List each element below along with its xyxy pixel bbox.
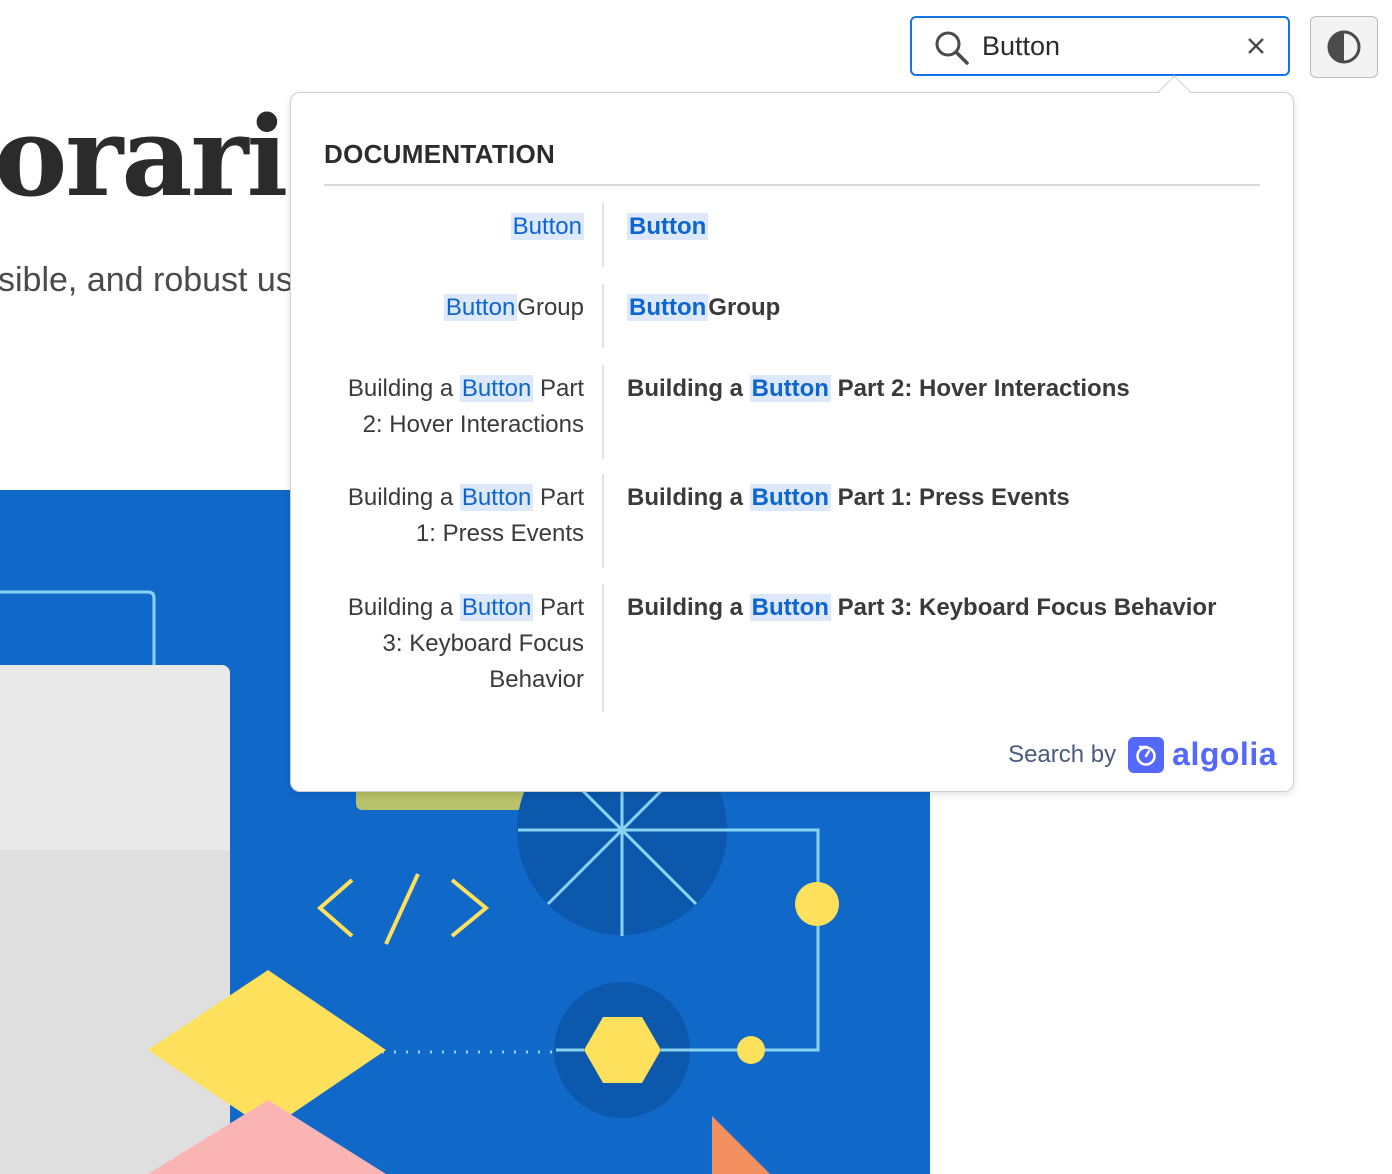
- result-text: Part 1: Press Events: [830, 484, 1070, 511]
- result-highlight: Button: [627, 294, 709, 321]
- result-title: Button: [627, 203, 1267, 245]
- dropdown-caret: [1158, 75, 1191, 108]
- result-divider: [602, 474, 604, 568]
- search-result-item[interactable]: Building a Button Part 3: Keyboard Focus…: [291, 584, 1295, 712]
- result-highlight: Button: [510, 213, 584, 240]
- result-text: Building a: [347, 375, 460, 402]
- result-highlight: Button: [749, 375, 831, 402]
- search-result-item[interactable]: Building a Button Part 1: Press Events B…: [291, 474, 1295, 568]
- algolia-wordmark: algolia: [1172, 736, 1277, 772]
- result-highlight: Button: [749, 594, 831, 621]
- result-highlight: Button: [749, 484, 831, 511]
- clear-search-button[interactable]: [1242, 32, 1270, 60]
- footer-text: Search by: [1008, 740, 1117, 768]
- result-title: Building a Button Part 3: Keyboard Focus…: [627, 584, 1267, 626]
- result-left-text: Building a Button Part 3: Keyboard Focus…: [324, 584, 584, 698]
- close-icon: [1248, 38, 1264, 54]
- result-title: ButtonGroup: [627, 284, 1267, 326]
- result-text: Building a: [347, 484, 460, 511]
- search-result-item[interactable]: ButtonGroup ButtonGroup: [291, 284, 1295, 348]
- page-subtitle: sible, and robust use: [0, 261, 312, 299]
- search-by-algolia[interactable]: Search by algolia: [1008, 736, 1277, 773]
- result-highlight: Button: [459, 594, 534, 621]
- result-left-text: Building a Button Part 1: Press Events: [324, 474, 584, 552]
- result-text: Group: [517, 294, 584, 321]
- result-highlight: Button: [627, 213, 709, 240]
- search-result-item[interactable]: Building a Button Part 2: Hover Interact…: [291, 365, 1295, 459]
- result-divider: [602, 584, 604, 712]
- result-left-text: Button: [324, 203, 584, 245]
- section-header: DOCUMENTATION: [324, 139, 1260, 186]
- search-results-dropdown: DOCUMENTATION Button Button ButtonGroup …: [290, 75, 1295, 792]
- result-divider: [602, 203, 604, 267]
- result-text: Building a: [347, 594, 460, 621]
- result-left-text: ButtonGroup: [324, 284, 584, 326]
- result-highlight: Button: [459, 375, 534, 402]
- algolia-logo: algolia: [1128, 736, 1277, 773]
- theme-toggle-button[interactable]: [1310, 16, 1378, 78]
- result-text: Part 2: Hover Interactions: [830, 375, 1130, 402]
- result-text: Building a: [627, 594, 750, 621]
- result-left-text: Building a Button Part 2: Hover Interact…: [324, 365, 584, 443]
- search-field[interactable]: [910, 16, 1290, 76]
- search-icon: [934, 30, 970, 66]
- result-highlight: Button: [443, 294, 518, 321]
- result-text: Building a: [627, 484, 750, 511]
- result-title: Building a Button Part 1: Press Events: [627, 474, 1267, 516]
- algolia-icon: [1128, 736, 1165, 773]
- result-title: Building a Button Part 2: Hover Interact…: [627, 365, 1267, 407]
- result-divider: [602, 284, 604, 348]
- search-input[interactable]: [982, 24, 1232, 68]
- result-divider: [602, 365, 604, 459]
- result-text: Building a: [627, 375, 750, 402]
- result-highlight: Button: [459, 484, 534, 511]
- result-text: Group: [708, 294, 781, 321]
- result-text: Part 3: Keyboard Focus Behavior: [830, 594, 1217, 621]
- contrast-icon: [1327, 30, 1361, 64]
- search-result-item[interactable]: Button Button: [291, 203, 1295, 267]
